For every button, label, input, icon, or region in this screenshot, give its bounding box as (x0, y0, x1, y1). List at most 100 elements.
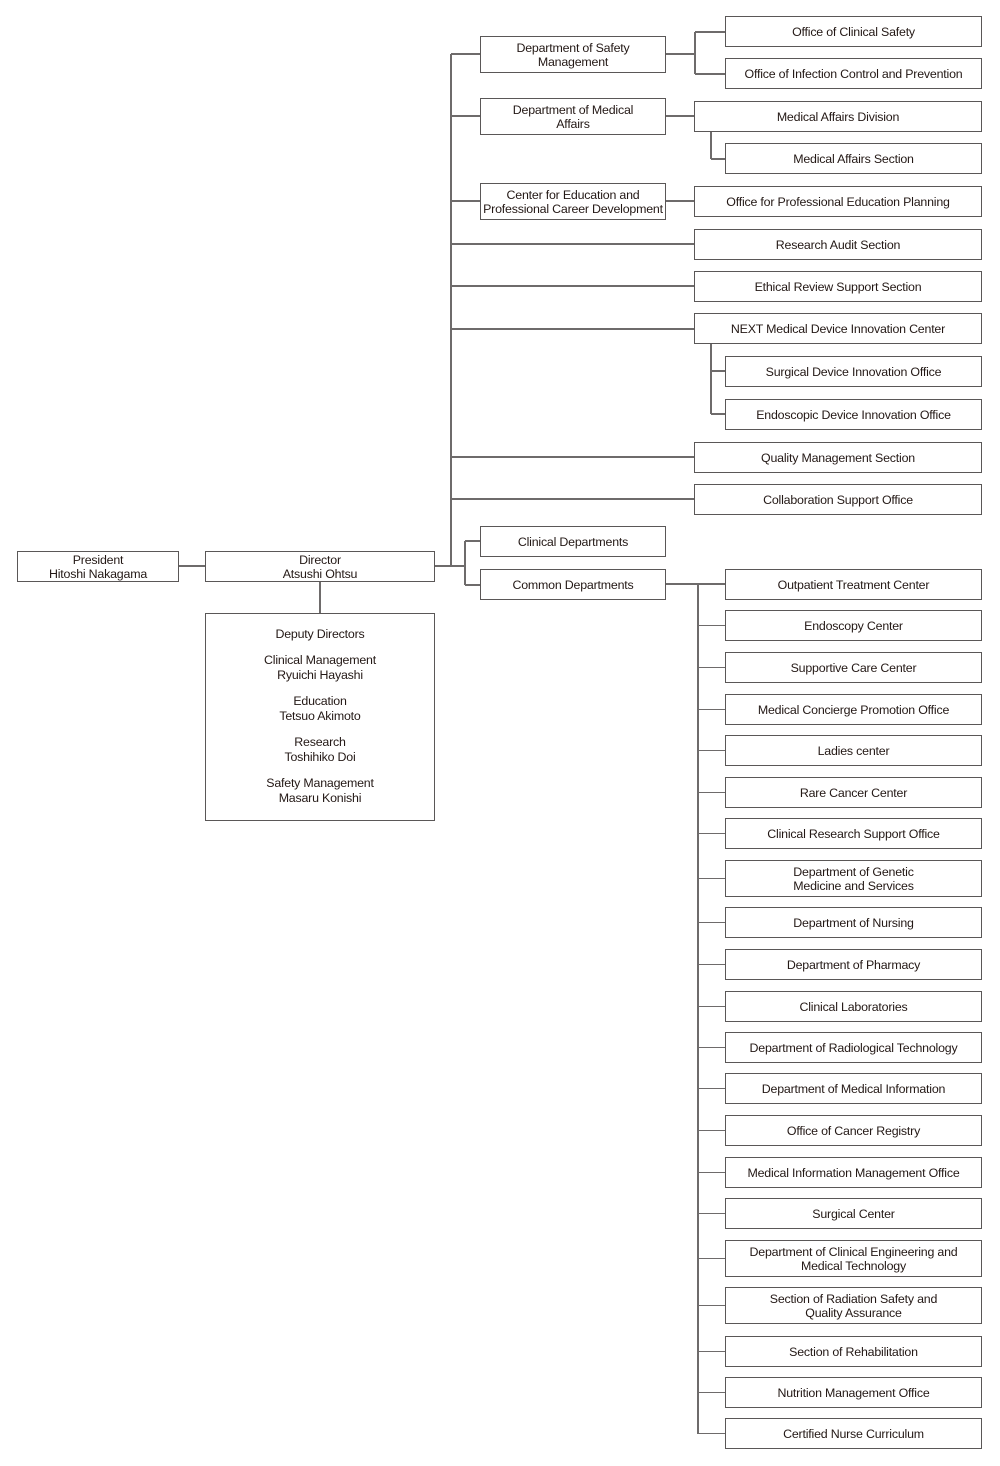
connector-line (698, 1046, 725, 1049)
connector-line (451, 200, 480, 202)
unit-ethical-review-support-section: Ethical Review Support Section (694, 271, 982, 302)
box-label-line: Department of Nursing (793, 915, 914, 930)
deputy-role: Research (294, 734, 346, 749)
unit-office-for-professional-education-planning: Office for Professional Education Planni… (694, 186, 982, 217)
box-label-line: Clinical Research Support Office (767, 826, 940, 841)
connector-line (451, 53, 480, 55)
connector-line (698, 1129, 725, 1132)
connector-line (666, 115, 694, 117)
unit-next-medical-device-innovation-center: NEXT Medical Device Innovation Center (694, 313, 982, 344)
box-label-line: Section of Radiation Safety and (769, 1291, 938, 1306)
unit-supportive-care-center: Supportive Care Center (725, 652, 982, 683)
connector-line (698, 666, 725, 669)
box-label-line: Department of Radiological Technology (749, 1040, 958, 1055)
box-label-line: Office of Cancer Registry (786, 1123, 921, 1138)
connector-line (698, 624, 725, 627)
connector-line (451, 456, 694, 458)
unit-department-of-medical-affairs: Department of Medical Affairs (480, 98, 666, 135)
connector-line (666, 53, 695, 55)
connector-line (451, 115, 480, 117)
box-label-line: Surgical Center (812, 1206, 895, 1221)
box-label-line: Department of Clinical Engineering and (749, 1244, 958, 1259)
unit-ladies-center: Ladies center (725, 735, 982, 766)
deputy-role: Education (293, 693, 347, 708)
box-label-line: Section of Rehabilitation (789, 1344, 918, 1359)
box-label-line: Clinical Departments (517, 534, 629, 549)
connector-line (666, 583, 725, 585)
connector-line (179, 565, 205, 567)
connector-line (450, 54, 452, 566)
box-label-line: Nutrition Management Office (777, 1385, 930, 1400)
box-label-line: Office for Professional Education Planni… (726, 194, 950, 209)
unit-department-of-clinical-engineering-and-medical-technology: Department of Clinical Engineering and Me… (725, 1240, 982, 1277)
box-label-line: Hitoshi Nakagama (48, 566, 148, 581)
connector-line (451, 498, 694, 500)
connector-line (711, 413, 725, 415)
box-label-line: Center for Education and (506, 187, 640, 202)
box-label-line: Atsushi Ohtsu (282, 566, 358, 581)
connector-line (711, 158, 725, 160)
connector-line (695, 31, 725, 33)
deputy-directors-box: Deputy Directors Clinical Management Ryuic… (205, 613, 435, 821)
connector-line (698, 1171, 725, 1174)
box-label-line: Ladies center (817, 743, 890, 758)
box-label-line: Office of Infection Control and Preventi… (744, 66, 963, 81)
box-label-line: President (72, 552, 124, 567)
box-label-line: Ethical Review Support Section (754, 279, 922, 294)
connector-line (698, 1350, 725, 1353)
unit-certified-nurse-curriculum: Certified Nurse Curriculum (725, 1418, 982, 1449)
connector-line (451, 328, 694, 330)
box-label-line: Management (537, 54, 609, 69)
director-box: Director Atsushi Ohtsu (205, 551, 435, 582)
president-box: President Hitoshi Nakagama (17, 551, 179, 582)
unit-medical-affairs-section: Medical Affairs Section (725, 143, 982, 174)
connector-line (710, 344, 712, 414)
box-label-line: Research Audit Section (775, 237, 901, 252)
box-label-line: Medical Technology (800, 1258, 906, 1273)
box-label-line: Quality Management Section (761, 450, 915, 465)
connector-line (451, 285, 694, 287)
deputy-name: Masaru Konishi (278, 791, 362, 805)
connector-line (698, 1257, 725, 1260)
connector-line (711, 370, 725, 372)
unit-department-of-genetic-medicine-and-services: Department of Genetic Medicine and Servic… (725, 860, 982, 897)
box-label-line: Quality Assurance (805, 1305, 902, 1320)
unit-nutrition-management-office: Nutrition Management Office (725, 1377, 982, 1408)
connector-line (465, 540, 480, 542)
unit-research-audit-section: Research Audit Section (694, 229, 982, 260)
box-label-line: Medical Affairs Section (793, 151, 914, 166)
box-label-line: Department of Pharmacy (786, 957, 921, 972)
box-label-line: Department of Medical Information (761, 1081, 946, 1096)
box-label-line: Endoscopy Center (804, 618, 903, 633)
connector-line (698, 921, 725, 924)
box-label-line: Department of Genetic (793, 864, 914, 879)
deputy-directors-heading: Deputy Directors (275, 627, 365, 641)
box-label-line: Common Departments (512, 577, 634, 592)
connector-line (698, 1391, 725, 1394)
deputy-director-clinical-management: Clinical Management Ryuichi Hayashi (264, 653, 376, 684)
unit-collaboration-support-office: Collaboration Support Office (694, 484, 982, 515)
box-label-line: Department of Medical (512, 102, 634, 117)
connector-line (698, 749, 725, 752)
unit-surgical-center: Surgical Center (725, 1198, 982, 1229)
unit-section-of-radiation-safety-and-quality-assurance: Section of Radiation Safety and Quality A… (725, 1287, 982, 1324)
box-label-line: Director (299, 552, 341, 567)
box-label-line: Medical Concierge Promotion Office (757, 702, 950, 717)
box-label-line: Affairs (556, 116, 590, 131)
connector-line (698, 832, 725, 835)
connector-line (698, 1087, 725, 1090)
connector-line (698, 877, 725, 880)
connector-line (695, 73, 725, 75)
deputy-name: Ryuichi Hayashi (277, 668, 363, 682)
deputy-director-safety-management: Safety Management Masaru Konishi (266, 776, 374, 807)
box-label-line: Supportive Care Center (790, 660, 917, 675)
box-label-line: Endoscopic Device Innovation Office (756, 407, 951, 422)
unit-center-for-education-and-professional-career-development: Center for Education and Professional Car… (480, 183, 666, 220)
connector-line (698, 1005, 725, 1008)
unit-clinical-research-support-office: Clinical Research Support Office (725, 818, 982, 849)
box-label-line: Outpatient Treatment Center (777, 577, 930, 592)
connector-line (465, 584, 480, 586)
connector-line (698, 963, 725, 966)
unit-office-of-infection-control-and-prevention: Office of Infection Control and Preventi… (725, 58, 982, 89)
unit-office-of-clinical-safety: Office of Clinical Safety (725, 16, 982, 47)
